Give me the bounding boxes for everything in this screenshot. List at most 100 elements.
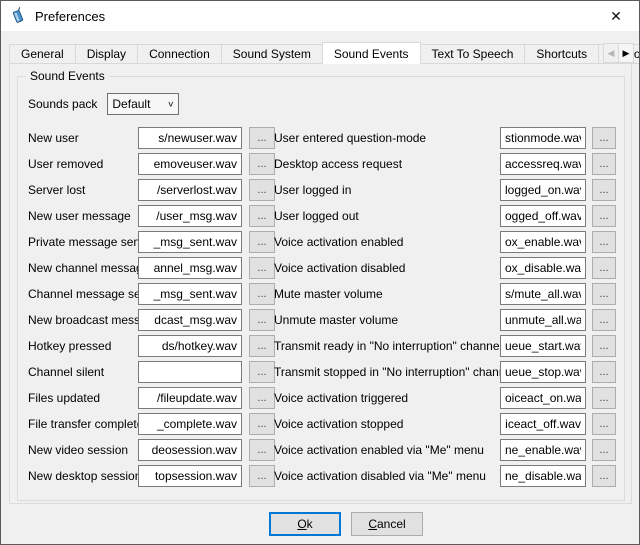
tab-sound-system[interactable]: Sound System [221, 44, 323, 64]
sound-file-input[interactable] [138, 127, 242, 149]
sound-event-row: Unmute master volume ... [274, 309, 616, 331]
sound-file-input[interactable] [500, 413, 586, 435]
sound-event-row: New video session ... [28, 439, 275, 461]
event-label: Voice activation disabled [274, 261, 500, 275]
sound-event-row: User logged in ... [274, 179, 616, 201]
sound-file-input[interactable] [500, 205, 586, 227]
sound-file-input[interactable] [138, 283, 242, 305]
browse-button[interactable]: ... [592, 179, 616, 201]
sound-event-row: Channel message sent ... [28, 283, 275, 305]
browse-button[interactable]: ... [249, 439, 275, 461]
sound-event-row: Transmit ready in "No interruption" chan… [274, 335, 616, 357]
browse-button[interactable]: ... [249, 387, 275, 409]
browse-button[interactable]: ... [592, 127, 616, 149]
browse-button[interactable]: ... [249, 231, 275, 253]
tab-text-to-speech[interactable]: Text To Speech [420, 44, 526, 64]
sound-event-row: New channel message ... [28, 257, 275, 279]
event-label: Hotkey pressed [28, 339, 138, 353]
tab-label: Sound System [233, 47, 311, 61]
sound-file-input[interactable] [138, 387, 242, 409]
sound-file-input[interactable] [138, 335, 242, 357]
sound-file-input[interactable] [138, 439, 242, 461]
sound-event-row: New broadcast message ... [28, 309, 275, 331]
browse-button[interactable]: ... [592, 257, 616, 279]
browse-button[interactable]: ... [592, 439, 616, 461]
tab-connection[interactable]: Connection [137, 44, 222, 64]
sound-file-input[interactable] [500, 283, 586, 305]
sound-event-row: Files updated ... [28, 387, 275, 409]
browse-button[interactable]: ... [592, 309, 616, 331]
browse-button[interactable]: ... [592, 465, 616, 487]
tab-bar: General Display Connection Sound System … [9, 41, 639, 64]
event-label: User removed [28, 157, 138, 171]
tab-scroll-left-icon[interactable]: ◀ [603, 43, 619, 63]
event-label: Files updated [28, 391, 138, 405]
browse-button[interactable]: ... [249, 127, 275, 149]
sound-file-input[interactable] [138, 361, 242, 383]
sound-file-input[interactable] [500, 127, 586, 149]
titlebar: Preferences ✕ [1, 1, 639, 31]
event-label: New desktop session [28, 469, 138, 483]
event-label: Voice activation disabled via "Me" menu [274, 469, 500, 483]
sound-event-row: New user ... [28, 127, 275, 149]
sound-event-row: Desktop access request ... [274, 153, 616, 175]
browse-button[interactable]: ... [249, 153, 275, 175]
browse-button[interactable]: ... [592, 153, 616, 175]
sound-file-input[interactable] [138, 179, 242, 201]
sounds-pack-select[interactable]: Default ∨ [107, 93, 179, 115]
sound-file-input[interactable] [138, 205, 242, 227]
group-title: Sound Events [26, 69, 109, 83]
browse-button[interactable]: ... [592, 231, 616, 253]
close-icon[interactable]: ✕ [601, 8, 631, 25]
sound-file-input[interactable] [500, 309, 586, 331]
browse-button[interactable]: ... [592, 361, 616, 383]
browse-button[interactable]: ... [592, 283, 616, 305]
ok-button[interactable]: Ok [269, 512, 341, 536]
browse-button[interactable]: ... [249, 283, 275, 305]
sound-file-input[interactable] [500, 257, 586, 279]
browse-button[interactable]: ... [249, 413, 275, 435]
sound-file-input[interactable] [138, 465, 242, 487]
sound-event-row: Private message sent ... [28, 231, 275, 253]
browse-button[interactable]: ... [592, 205, 616, 227]
browse-button[interactable]: ... [249, 335, 275, 357]
tab-sound-events[interactable]: Sound Events [322, 42, 421, 64]
sound-file-input[interactable] [138, 231, 242, 253]
browse-button[interactable]: ... [249, 257, 275, 279]
event-label: Desktop access request [274, 157, 500, 171]
sound-event-row: File transfer complete ... [28, 413, 275, 435]
chevron-down-icon: ∨ [167, 100, 174, 109]
sound-file-input[interactable] [500, 439, 586, 461]
event-label: New user message [28, 209, 138, 223]
tab-display[interactable]: Display [75, 44, 138, 64]
sound-file-input[interactable] [138, 309, 242, 331]
sound-file-input[interactable] [138, 257, 242, 279]
sound-file-input[interactable] [500, 387, 586, 409]
event-label: Voice activation triggered [274, 391, 500, 405]
tab-shortcuts[interactable]: Shortcuts [524, 44, 599, 64]
browse-button[interactable]: ... [249, 205, 275, 227]
sound-file-input[interactable] [500, 153, 586, 175]
sound-file-input[interactable] [138, 153, 242, 175]
sound-file-input[interactable] [500, 179, 586, 201]
browse-button[interactable]: ... [592, 335, 616, 357]
browse-button[interactable]: ... [249, 361, 275, 383]
browse-button[interactable]: ... [249, 465, 275, 487]
tab-scroll-right-icon[interactable]: ▶ [618, 43, 634, 63]
browse-button[interactable]: ... [592, 387, 616, 409]
sound-event-row: Transmit stopped in "No interruption" ch… [274, 361, 616, 383]
sound-file-input[interactable] [138, 413, 242, 435]
event-label: New video session [28, 443, 138, 457]
tab-label: Sound Events [334, 47, 409, 61]
event-label: Transmit ready in "No interruption" chan… [274, 339, 500, 353]
sound-file-input[interactable] [500, 231, 586, 253]
tab-general[interactable]: General [9, 44, 76, 64]
browse-button[interactable]: ... [249, 179, 275, 201]
sound-file-input[interactable] [500, 361, 586, 383]
cancel-button[interactable]: Cancel [351, 512, 423, 536]
event-column-left: New user ... User removed ... Server los… [28, 127, 275, 491]
browse-button[interactable]: ... [249, 309, 275, 331]
sound-file-input[interactable] [500, 335, 586, 357]
browse-button[interactable]: ... [592, 413, 616, 435]
sound-file-input[interactable] [500, 465, 586, 487]
